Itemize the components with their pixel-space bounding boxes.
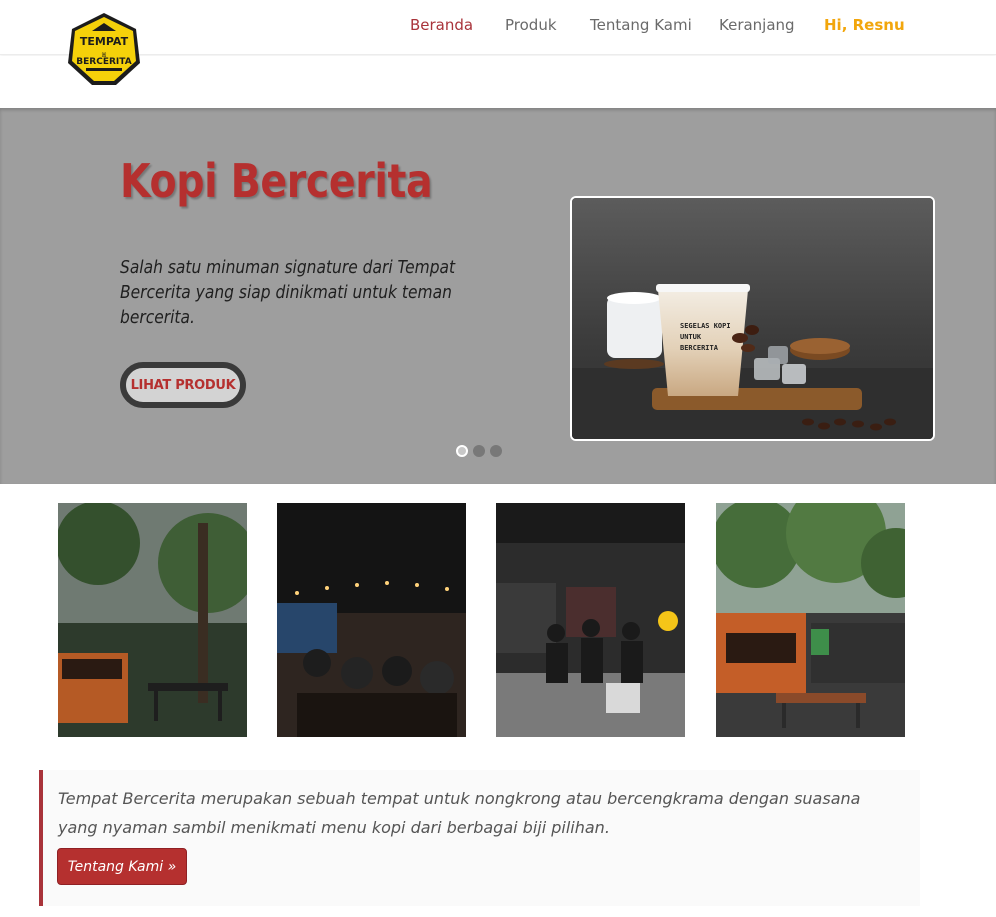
hero-coffee-photo: SEGELAS KOPI UNTUK BERCERITA: [570, 196, 935, 441]
gallery-photo-4[interactable]: [716, 503, 905, 737]
carousel-dot-2[interactable]: [473, 445, 485, 457]
nav-produk[interactable]: Produk: [505, 16, 557, 34]
about-panel: Tempat Bercerita merupakan sebuah tempat…: [39, 770, 920, 906]
tentang-kami-button[interactable]: Tentang Kami »: [57, 848, 187, 885]
carousel-dot-3[interactable]: [490, 445, 502, 457]
carousel-indicators: [456, 444, 504, 458]
gallery-photo-3[interactable]: [496, 503, 685, 737]
svg-text:BERCERITA: BERCERITA: [680, 344, 719, 352]
logo-line2: BERCERITA: [76, 57, 131, 67]
nav-beranda[interactable]: Beranda: [410, 16, 473, 34]
brand-logo[interactable]: TEMPAT ꕤ BERCERITA: [66, 11, 142, 87]
hero-description: Salah satu minuman signature dari Tempat…: [120, 257, 456, 328]
hero-title: Kopi Bercerita: [120, 154, 433, 208]
gallery-photo-2[interactable]: [277, 503, 466, 737]
about-text: Tempat Bercerita merupakan sebuah tempat…: [58, 789, 861, 837]
gallery-photo-1[interactable]: [58, 503, 247, 737]
cup-label: SEGELAS KOPI: [680, 322, 731, 330]
user-greeting[interactable]: Hi, Resnu: [824, 16, 905, 34]
nav-spacer: [0, 56, 996, 108]
navbar: Beranda Produk Tentang Kami Keranjang Hi…: [0, 0, 996, 55]
nav-keranjang[interactable]: Keranjang: [719, 16, 795, 34]
lihat-produk-button[interactable]: LIHAT PRODUK: [120, 362, 246, 408]
svg-text:UNTUK: UNTUK: [680, 333, 702, 341]
nav-tentang-kami[interactable]: Tentang Kami: [590, 16, 692, 34]
logo-line1: TEMPAT: [80, 35, 129, 48]
carousel-dot-1[interactable]: [456, 445, 468, 457]
hero-carousel: Kopi Bercerita Salah satu minuman signat…: [0, 108, 996, 484]
